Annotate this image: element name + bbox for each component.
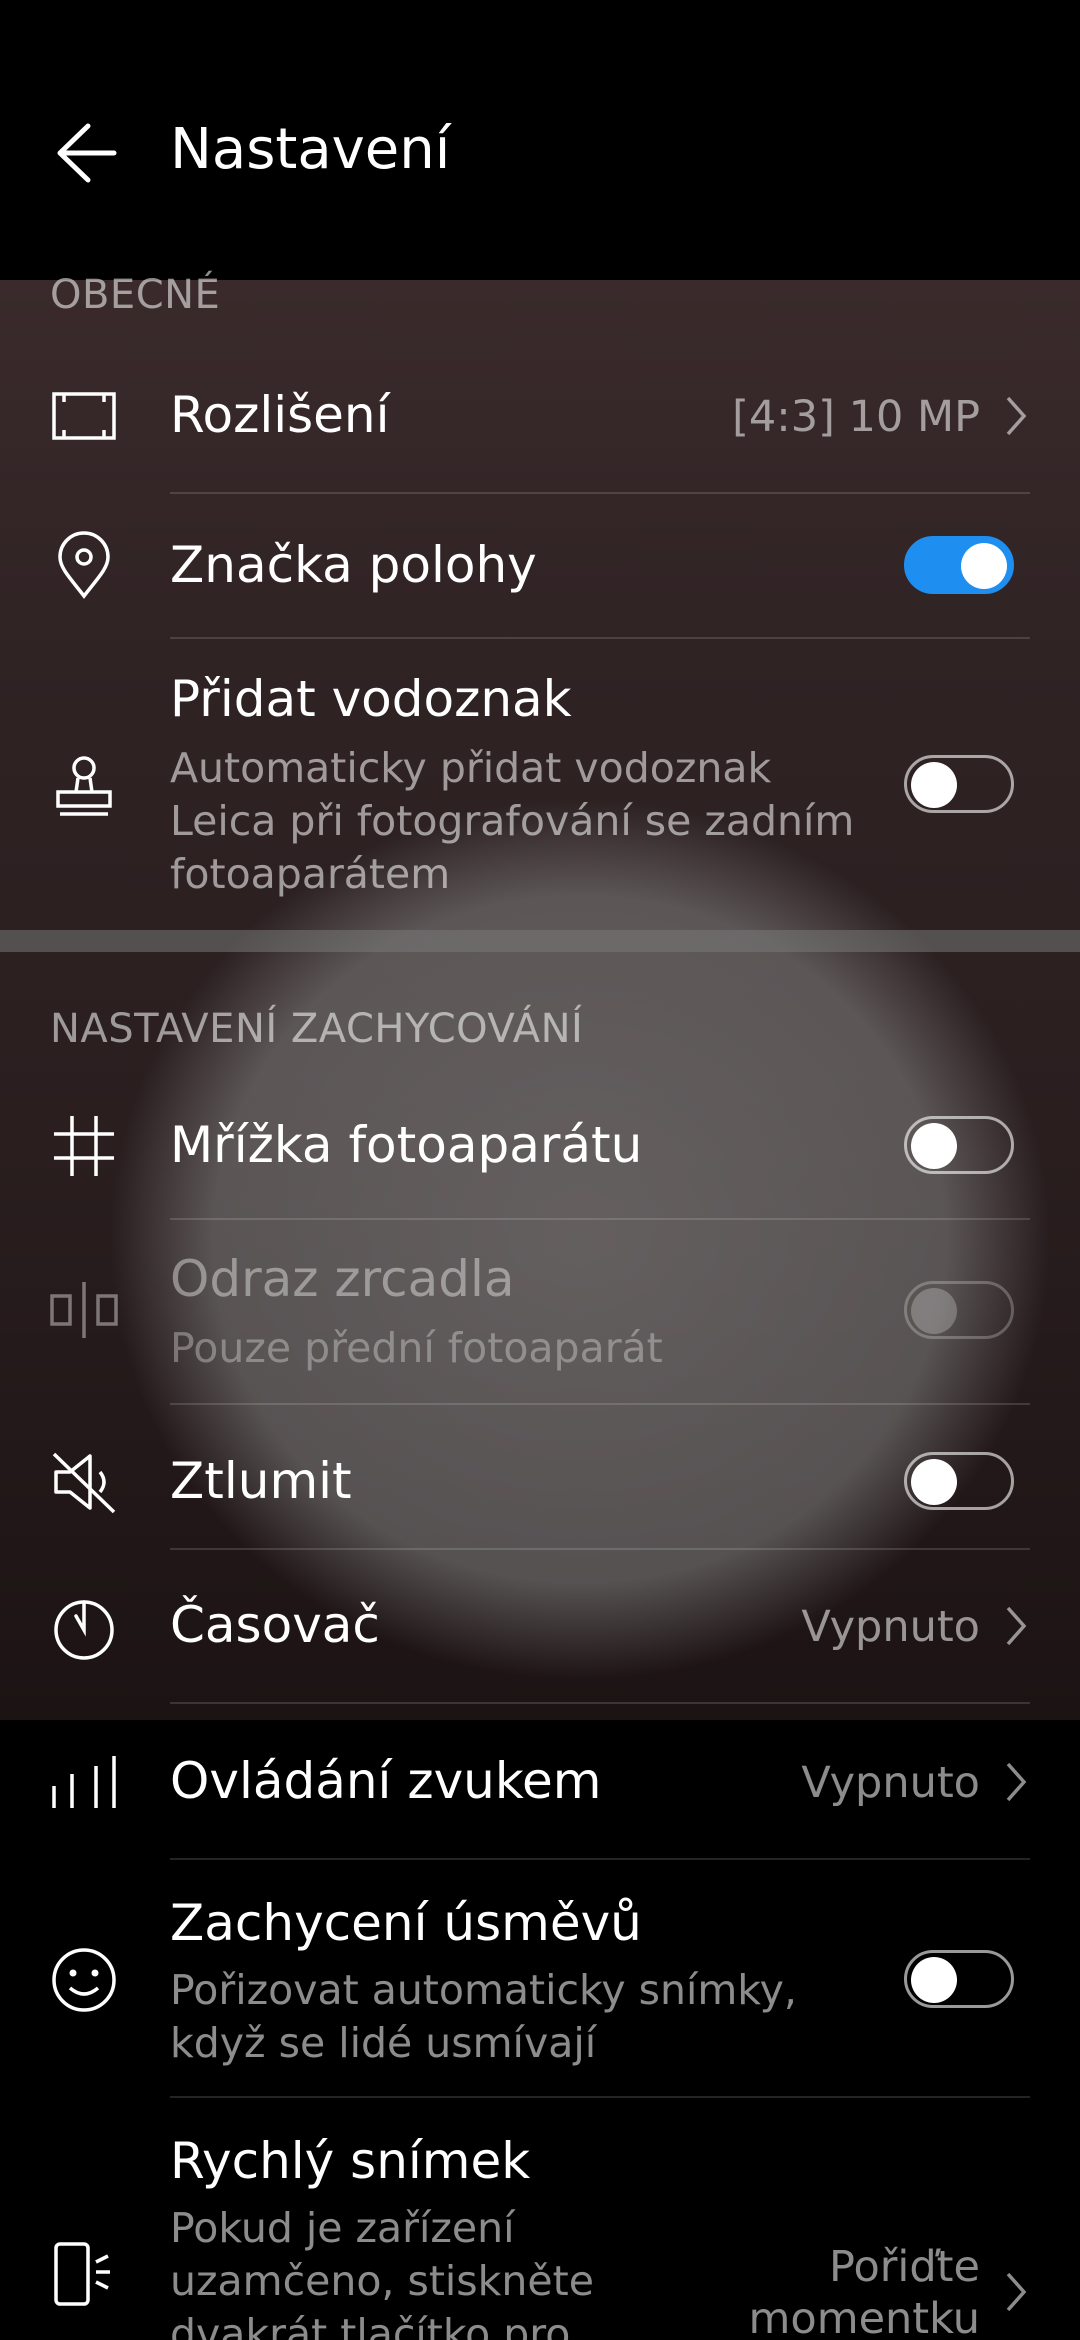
setting-smile-capture[interactable]: Zachycení úsměvů Pořizovat automaticky s… bbox=[0, 1860, 1080, 2096]
mirror-icon bbox=[48, 1274, 120, 1346]
grid-icon bbox=[48, 1110, 120, 1182]
speaker-mute-icon bbox=[48, 1446, 120, 1518]
setting-resolution[interactable]: Rozlišení [4:3] 10 MP bbox=[0, 340, 1080, 490]
setting-label: Odraz zrcadla bbox=[170, 1250, 515, 1308]
setting-camera-grid[interactable]: Mřížka fotoaparátu bbox=[0, 1074, 1080, 1218]
toggle-knob bbox=[911, 1288, 957, 1334]
background-band bbox=[0, 930, 1080, 952]
chevron-right-icon bbox=[1006, 1606, 1027, 1646]
watermark-toggle[interactable] bbox=[904, 755, 1014, 813]
setting-description-line: Automaticky přidat vodoznak bbox=[170, 744, 772, 792]
smile-toggle[interactable] bbox=[904, 1950, 1014, 2008]
timer-icon bbox=[48, 1592, 120, 1664]
setting-value: Vypnuto bbox=[801, 1602, 980, 1652]
setting-label: Značka polohy bbox=[170, 536, 537, 594]
top-bar: Nastavení bbox=[0, 0, 1080, 280]
setting-location-tag[interactable]: Značka polohy bbox=[0, 494, 1080, 638]
setting-label: Mřížka fotoaparátu bbox=[170, 1116, 643, 1174]
chevron-right-icon bbox=[1006, 2272, 1027, 2312]
setting-mute[interactable]: Ztlumit bbox=[0, 1406, 1080, 1550]
setting-audio-control[interactable]: Ovládání zvukem Vypnuto bbox=[0, 1704, 1080, 1858]
toggle-knob bbox=[911, 1459, 957, 1505]
setting-label: Rychlý snímek bbox=[170, 2132, 531, 2190]
section-header-general: OBECNÉ bbox=[50, 272, 221, 318]
setting-mirror-reflection: Odraz zrcadla Pouze přední fotoaparát bbox=[0, 1220, 1080, 1404]
location-pin-icon bbox=[48, 530, 120, 602]
mute-toggle[interactable] bbox=[904, 1452, 1014, 1510]
location-toggle[interactable] bbox=[904, 536, 1014, 594]
setting-quick-snapshot[interactable]: Rychlý snímek Pokud je zařízení uzamčeno… bbox=[0, 2098, 1080, 2340]
setting-value: [4:3] 10 MP bbox=[732, 392, 980, 442]
arrow-left-icon[interactable] bbox=[48, 116, 122, 190]
chevron-right-icon bbox=[1006, 396, 1027, 436]
setting-label: Rozlišení bbox=[170, 386, 390, 444]
setting-label: Ovládání zvukem bbox=[170, 1752, 602, 1810]
setting-description-line: když se lidé usmívají bbox=[170, 2019, 597, 2067]
chevron-right-icon bbox=[1006, 1762, 1027, 1802]
mirror-toggle bbox=[904, 1281, 1014, 1339]
setting-value: Pořiďte bbox=[829, 2242, 980, 2292]
toggle-knob bbox=[911, 762, 957, 808]
setting-label: Zachycení úsměvů bbox=[170, 1894, 642, 1952]
stamp-icon bbox=[48, 750, 120, 822]
setting-label: Ztlumit bbox=[170, 1452, 352, 1510]
divider bbox=[170, 1403, 1030, 1405]
divider bbox=[170, 637, 1030, 639]
setting-watermark[interactable]: Přidat vodoznak Automaticky přidat vodoz… bbox=[0, 640, 1080, 930]
setting-value: Vypnuto bbox=[801, 1758, 980, 1808]
setting-label: Přidat vodoznak bbox=[170, 670, 572, 728]
section-header-capture: NASTAVENÍ ZACHYCOVÁNÍ bbox=[50, 1006, 584, 1052]
toggle-knob bbox=[911, 1123, 957, 1169]
toggle-knob bbox=[961, 543, 1007, 589]
setting-timer[interactable]: Časovač Vypnuto bbox=[0, 1550, 1080, 1704]
setting-description-line: Pouze přední fotoaparát bbox=[170, 1324, 663, 1372]
page-title: Nastavení bbox=[170, 117, 451, 182]
phone-volume-icon bbox=[48, 2238, 120, 2310]
sound-wave-icon bbox=[48, 1746, 120, 1818]
resolution-frame-icon bbox=[48, 380, 120, 452]
setting-description-line: Pořizovat automaticky snímky, bbox=[170, 1966, 797, 2014]
setting-label: Časovač bbox=[170, 1596, 380, 1654]
toggle-knob bbox=[911, 1957, 957, 2003]
setting-description-line: Leica při fotografování se zadním bbox=[170, 797, 855, 845]
setting-value: momentku bbox=[748, 2294, 980, 2340]
setting-description-line: fotoaparátem bbox=[170, 850, 451, 898]
smile-icon bbox=[48, 1944, 120, 2016]
setting-description-line: Pokud je zařízení bbox=[170, 2204, 515, 2252]
grid-toggle[interactable] bbox=[904, 1116, 1014, 1174]
